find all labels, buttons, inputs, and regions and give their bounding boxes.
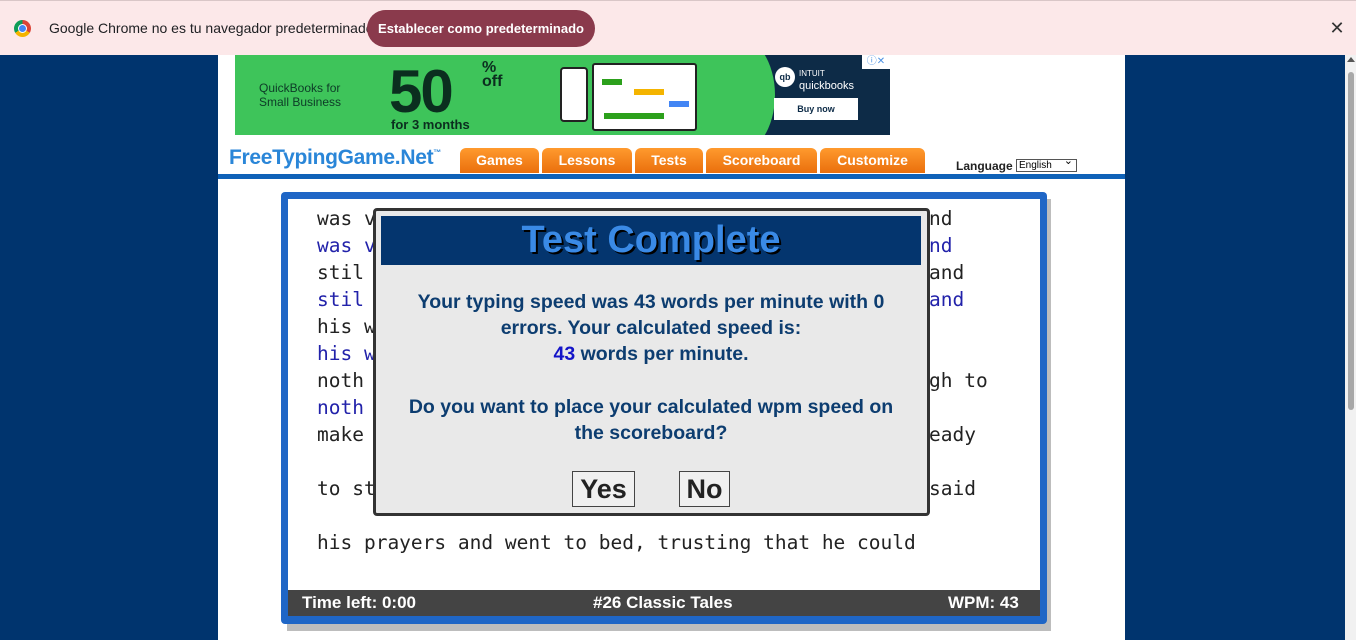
text-line: was v: [317, 207, 376, 230]
ad-discount: 50: [389, 58, 454, 125]
dialog-question: Do you want to place your calculated wpm…: [408, 396, 894, 444]
quickbooks-logo-icon: qb: [775, 67, 795, 87]
tab-games[interactable]: Games: [460, 148, 539, 173]
ad-choices-icon[interactable]: ⓘ✕: [862, 55, 890, 69]
text-line: and: [929, 261, 965, 284]
typed-line: nd: [929, 234, 953, 257]
typed-line: noth: [317, 396, 364, 419]
site-logo[interactable]: FreeTypingGame.Net™: [229, 146, 441, 170]
tab-lessons[interactable]: Lessons: [542, 148, 632, 173]
default-browser-infobar: Google Chrome no es tu navegador predete…: [0, 0, 1356, 55]
typed-line: was v: [317, 234, 376, 257]
text-line: stil: [317, 261, 364, 284]
typed-line: and: [929, 288, 965, 311]
dialog-title: Test Complete: [381, 216, 921, 265]
ad-banner[interactable]: QuickBooks for Small Business 50 % off fo…: [235, 55, 890, 135]
yes-button[interactable]: Yes: [572, 471, 635, 507]
scrollbar-thumb[interactable]: [1348, 72, 1354, 410]
infobar-message: Google Chrome no es tu navegador predete…: [49, 20, 374, 36]
no-button[interactable]: No: [679, 471, 730, 507]
chrome-logo-icon: [14, 20, 31, 37]
text-line: his prayers and went to bed, trusting th…: [317, 531, 916, 554]
buy-now-button[interactable]: Buy now: [774, 98, 858, 120]
ad-brand-text: QuickBooks for Small Business: [259, 81, 342, 109]
text-line: noth: [317, 369, 364, 392]
set-default-button[interactable]: Establecer como predeterminado: [367, 10, 595, 47]
ad-percent-off: % off: [482, 59, 503, 90]
ad-duration: for 3 months: [391, 117, 470, 132]
scroll-up-arrow-icon[interactable]: [1347, 57, 1355, 62]
language-label: Language: [956, 159, 1013, 173]
laptop-illustration-icon: [592, 63, 697, 131]
close-icon[interactable]: ✕: [1327, 18, 1347, 38]
wpm-readout: WPM: 43: [948, 593, 1019, 612]
language-select[interactable]: English: [1016, 156, 1077, 172]
text-line: to st: [317, 477, 376, 500]
text-line: gh to: [929, 369, 988, 392]
test-status-bar: Time left: 0:00 #26 Classic Tales WPM: 4…: [288, 590, 1040, 616]
text-line: make: [317, 423, 364, 446]
typed-line: stil: [317, 288, 364, 311]
phone-illustration-icon: [560, 67, 588, 122]
tab-customize[interactable]: Customize: [820, 148, 925, 173]
typed-line: his w: [317, 342, 376, 365]
text-line: his w: [317, 315, 376, 338]
text-line: nd: [929, 207, 953, 230]
tab-tests[interactable]: Tests: [635, 148, 703, 173]
text-line: eady: [929, 423, 976, 446]
test-name: #26 Classic Tales: [593, 593, 733, 612]
tab-scoreboard[interactable]: Scoreboard: [706, 148, 817, 173]
text-line: said: [929, 477, 976, 500]
nav-divider: [218, 174, 1125, 179]
dialog-message: Your typing speed was 43 words per minut…: [417, 291, 885, 365]
calculated-speed: 43: [553, 343, 576, 365]
ad-company: INTUIT quickbooks: [799, 69, 855, 92]
time-left: Time left: 0:00: [302, 593, 417, 612]
